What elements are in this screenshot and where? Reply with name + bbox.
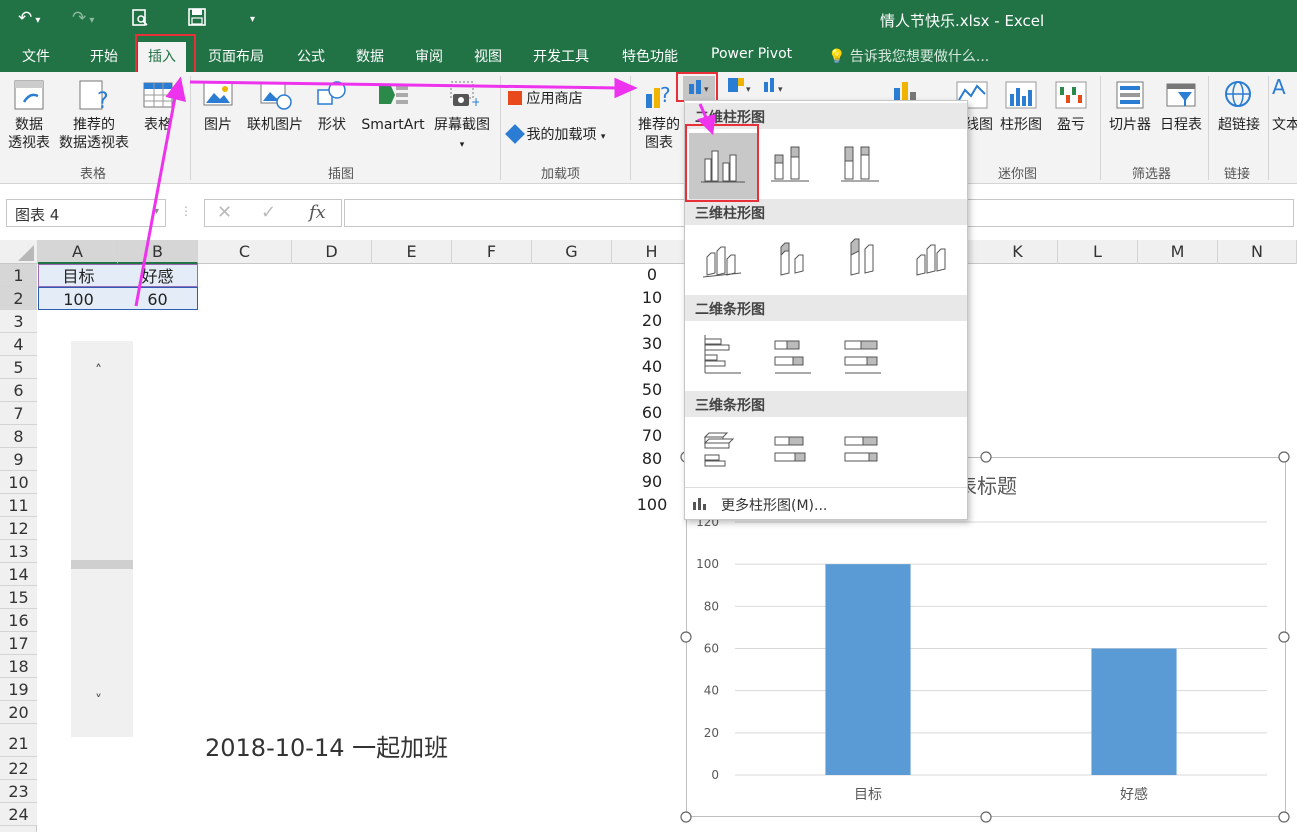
arrowhead-insert [165, 76, 186, 103]
arrowhead-chart [614, 77, 638, 99]
annotation-arrows [134, 76, 716, 307]
arrow-to-chart-button [189, 80, 621, 90]
arrowhead-clustered [697, 113, 716, 136]
arrow-to-insert-tab [134, 91, 178, 307]
